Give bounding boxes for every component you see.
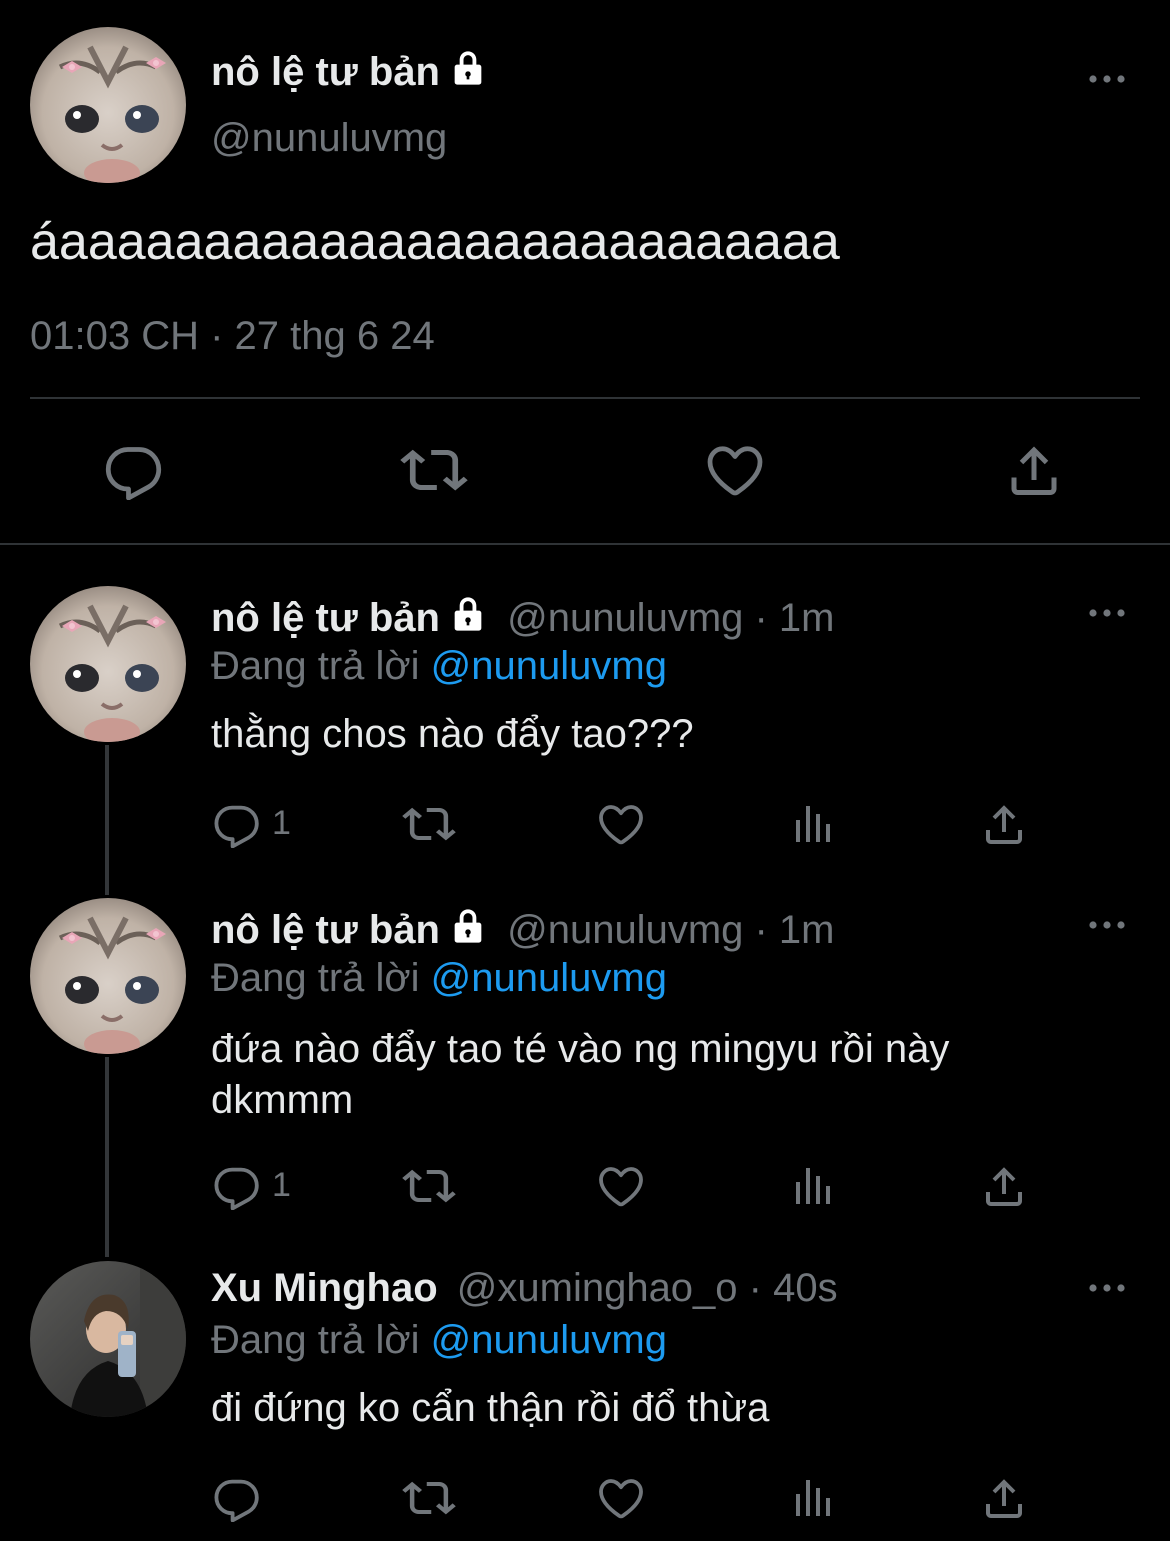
replying-label: Đang trả lời	[211, 644, 420, 688]
reply-display-name[interactable]: Xu Minghao	[211, 1266, 438, 1310]
views-icon	[788, 800, 836, 848]
heart-icon	[596, 1162, 646, 1210]
replying-to: Đang trả lời @nunuluvmg	[211, 1318, 667, 1363]
display-name-text: nô lệ tư bản	[211, 50, 440, 94]
reply-header: nô lệ tư bản @nunuluvmg · 1m	[211, 594, 835, 641]
lock-icon	[448, 48, 488, 88]
reply-button[interactable]	[213, 1474, 261, 1522]
views-icon	[788, 1162, 836, 1210]
reply-button[interactable]	[213, 800, 261, 848]
reply-button[interactable]	[213, 1162, 261, 1210]
section-divider	[0, 543, 1170, 545]
replying-to-link[interactable]: @nunuluvmg	[431, 956, 667, 1000]
reply-avatar[interactable]	[30, 586, 186, 742]
reply-handle-time[interactable]: @nunuluvmg · 1m	[507, 596, 834, 640]
replying-to: Đang trả lời @nunuluvmg	[211, 956, 667, 1001]
thread-line	[105, 1057, 109, 1257]
share-button[interactable]	[980, 1474, 1028, 1522]
divider	[30, 397, 1140, 399]
lock-icon	[448, 594, 488, 634]
views-button[interactable]	[788, 800, 836, 848]
retweet-button[interactable]	[402, 800, 456, 848]
share-button[interactable]	[1004, 440, 1064, 500]
reply-header: nô lệ tư bản @nunuluvmg · 1m	[211, 906, 835, 953]
heart-icon	[596, 1474, 646, 1522]
more-icon[interactable]	[1085, 67, 1129, 91]
avatar-image	[30, 27, 186, 183]
more-icon[interactable]	[1085, 601, 1129, 625]
reply-count: 1	[272, 1166, 291, 1204]
main-avatar[interactable]	[30, 27, 186, 183]
reply-handle-time[interactable]: @nunuluvmg · 1m	[507, 908, 834, 952]
reply-text: thằng chos nào đẩy tao???	[211, 712, 694, 756]
reply-icon	[104, 440, 164, 500]
like-button[interactable]	[704, 440, 766, 500]
replying-label: Đang trả lời	[211, 1318, 420, 1362]
views-button[interactable]	[788, 1474, 836, 1522]
share-icon	[1004, 440, 1064, 500]
reply-icon	[213, 800, 261, 848]
heart-icon	[704, 440, 766, 500]
retweet-button[interactable]	[402, 1474, 456, 1522]
retweet-icon	[402, 1162, 456, 1210]
reply-text: đứa nào đẩy tao té vào ng mingyu rồi này…	[211, 1027, 950, 1122]
share-icon	[980, 1162, 1028, 1210]
views-icon	[788, 1474, 836, 1522]
reply-display-name[interactable]: nô lệ tư bản	[211, 908, 440, 952]
reply-header: Xu Minghao @xuminghao_o · 40s	[211, 1266, 838, 1311]
avatar-image	[30, 586, 186, 742]
more-icon[interactable]	[1085, 913, 1129, 937]
heart-icon	[596, 800, 646, 848]
replying-to-link[interactable]: @nunuluvmg	[431, 1318, 667, 1362]
share-button[interactable]	[980, 800, 1028, 848]
retweet-icon	[400, 440, 468, 500]
views-button[interactable]	[788, 1162, 836, 1210]
share-icon	[980, 800, 1028, 848]
reply-count: 1	[272, 804, 291, 842]
share-button[interactable]	[980, 1162, 1028, 1210]
reply-avatar[interactable]	[30, 1261, 186, 1417]
main-timestamp[interactable]: 01:03 CH · 27 thg 6 24	[30, 314, 435, 359]
thread-line	[105, 745, 109, 895]
main-handle[interactable]: @nunuluvmg	[211, 116, 447, 161]
reply-icon	[213, 1162, 261, 1210]
share-icon	[980, 1474, 1028, 1522]
reply-text: đi đứng ko cẩn thận rồi đổ thừa	[211, 1386, 770, 1430]
retweet-icon	[402, 800, 456, 848]
reply-avatar[interactable]	[30, 898, 186, 1054]
replying-to-link[interactable]: @nunuluvmg	[431, 644, 667, 688]
retweet-button[interactable]	[402, 1162, 456, 1210]
reply-display-name[interactable]: nô lệ tư bản	[211, 596, 440, 640]
retweet-icon	[402, 1474, 456, 1522]
reply-button[interactable]	[104, 440, 164, 500]
main-display-name[interactable]: nô lệ tư bản	[211, 48, 488, 95]
main-tweet-text: áaaaaaaaaaaaaaaaaaaaaaaaaaaa	[30, 213, 840, 271]
more-icon[interactable]	[1085, 1276, 1129, 1300]
like-button[interactable]	[596, 800, 646, 848]
like-button[interactable]	[596, 1474, 646, 1522]
lock-icon	[448, 906, 488, 946]
replying-label: Đang trả lời	[211, 956, 420, 1000]
avatar-image	[30, 1261, 186, 1417]
replying-to: Đang trả lời @nunuluvmg	[211, 644, 667, 689]
like-button[interactable]	[596, 1162, 646, 1210]
avatar-image	[30, 898, 186, 1054]
retweet-button[interactable]	[400, 440, 468, 500]
reply-handle-time[interactable]: @xuminghao_o · 40s	[457, 1266, 838, 1310]
reply-icon	[213, 1474, 261, 1522]
